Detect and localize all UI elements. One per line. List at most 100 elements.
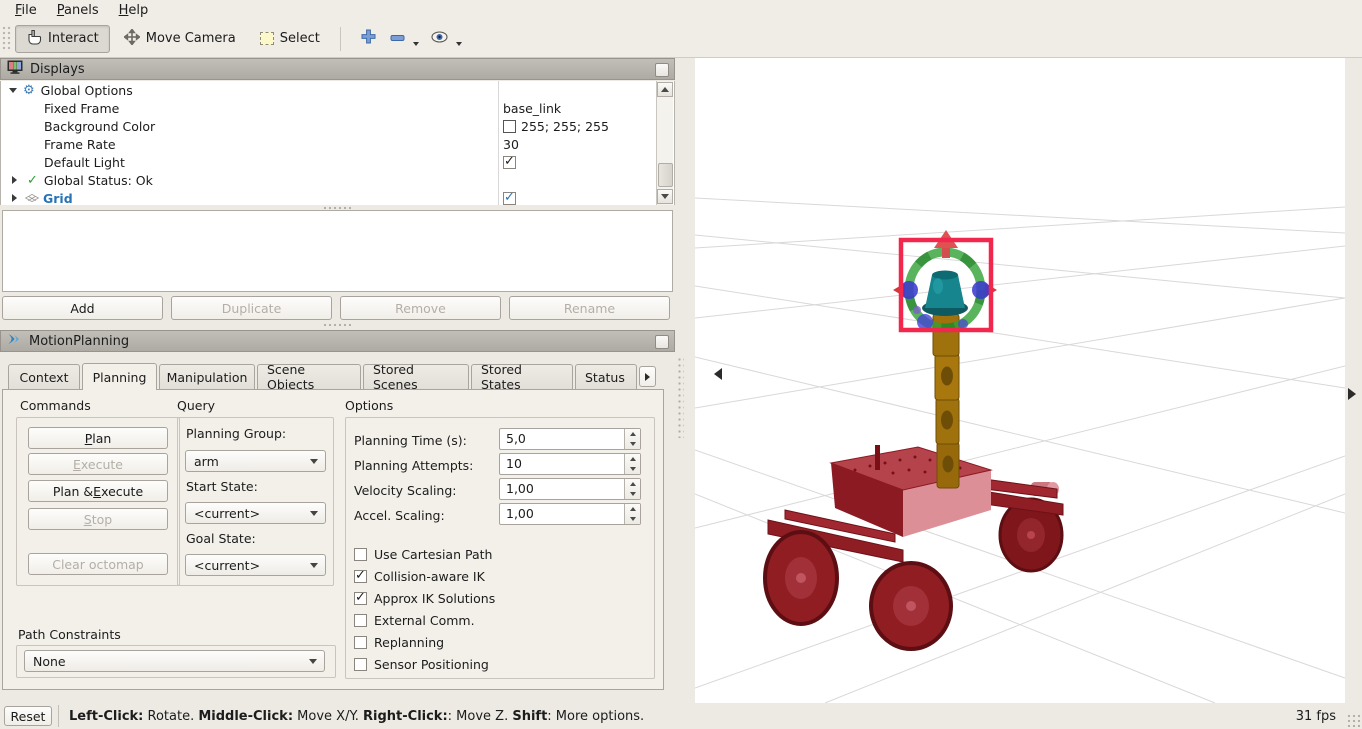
motionplanning-panel-header[interactable]: MotionPlanning	[0, 330, 675, 352]
external-comm-checkbox[interactable]	[354, 614, 367, 627]
color-swatch[interactable]	[503, 119, 516, 133]
external-comm-row[interactable]: External Comm.	[354, 613, 475, 628]
menu-file[interactable]: File	[6, 2, 46, 19]
collision-aware-ik-row[interactable]: Collision-aware IK	[354, 568, 485, 584]
spin-arrows[interactable]	[624, 429, 640, 449]
marker-handle-blue[interactable]	[917, 314, 933, 330]
tab-stored-scenes[interactable]: Stored Scenes	[363, 362, 469, 392]
toolbar-grip[interactable]	[2, 25, 11, 52]
fixed-frame-value[interactable]: base_link	[503, 101, 561, 116]
tree-row-background-color[interactable]: Background Color 255; 255; 255	[1, 117, 674, 135]
interact-tool-button[interactable]: Interact	[15, 24, 110, 53]
goal-state-combo[interactable]: <current>	[185, 554, 326, 576]
goal-state-label: Goal State:	[186, 531, 256, 546]
dock-splitter-grip[interactable]	[678, 358, 684, 438]
tree-row-global-options[interactable]: ⚙ Global Options	[1, 81, 674, 99]
spin-up-icon[interactable]	[625, 429, 640, 439]
velocity-scaling-value[interactable]: 1,00	[500, 479, 624, 499]
panel-splitter-handle[interactable]	[323, 323, 351, 328]
tab-scene-objects[interactable]: Scene Objects	[257, 362, 361, 392]
tab-planning[interactable]: Planning	[82, 363, 157, 390]
scrollbar-up-button[interactable]	[657, 82, 673, 97]
menu-panels[interactable]: Panels	[48, 2, 108, 19]
background-color-value[interactable]: 255; 255; 255	[521, 119, 609, 134]
velocity-scaling-spinbox[interactable]: 1,00	[499, 478, 641, 500]
tree-row-grid[interactable]: Grid	[1, 189, 674, 205]
scrollbar-down-button[interactable]	[657, 189, 673, 204]
dock-splitter-strip[interactable]	[675, 58, 695, 703]
marker-handle-blue[interactable]	[958, 319, 968, 329]
replanning-checkbox[interactable]	[354, 636, 367, 649]
motionplanning-float-button[interactable]	[655, 335, 669, 349]
collision-aware-ik-checkbox[interactable]	[354, 568, 367, 583]
scroll-right-arrow-icon	[644, 372, 654, 381]
spin-up-icon[interactable]	[625, 479, 640, 489]
visibility-dropdown-caret[interactable]	[455, 41, 462, 49]
frame-rate-value[interactable]: 30	[503, 137, 519, 152]
reset-button[interactable]: Reset	[4, 706, 52, 726]
select-tool-button[interactable]: Select	[250, 25, 330, 53]
approx-ik-solutions-checkbox[interactable]	[354, 590, 367, 605]
use-cartesian-path-row[interactable]: Use Cartesian Path	[354, 547, 492, 562]
add-display-button[interactable]: Add	[2, 296, 163, 320]
plan-and-execute-button[interactable]: Plan & Execute	[28, 480, 168, 502]
grid-checkbox[interactable]	[503, 190, 516, 205]
planning-attempts-spinbox[interactable]: 10	[499, 453, 641, 475]
zoom-out-tool-button[interactable]	[386, 25, 423, 53]
spin-arrows[interactable]	[624, 479, 640, 499]
zoom-out-dropdown-caret[interactable]	[412, 41, 419, 49]
accel-scaling-value[interactable]: 1,00	[500, 504, 624, 524]
tab-context[interactable]: Context	[8, 364, 80, 389]
move-camera-tool-button[interactable]: Move Camera	[114, 25, 246, 53]
spin-up-icon[interactable]	[625, 504, 640, 514]
displays-panel-header[interactable]: Displays	[0, 58, 675, 80]
sensor-positioning-row[interactable]: Sensor Positioning	[354, 657, 489, 672]
planning-time-value[interactable]: 5,0	[500, 429, 624, 449]
tree-row-fixed-frame[interactable]: Fixed Frame base_link	[1, 99, 674, 117]
tab-manipulation[interactable]: Manipulation	[159, 364, 255, 389]
tab-stored-states[interactable]: Stored States	[471, 362, 573, 392]
tree-row-frame-rate[interactable]: Frame Rate 30	[1, 135, 674, 153]
tab-scroll-right-button[interactable]	[639, 366, 656, 387]
spin-arrows[interactable]	[624, 454, 640, 474]
expander-down-icon[interactable]	[9, 87, 17, 97]
visibility-tool-button[interactable]	[427, 25, 466, 53]
replanning-row[interactable]: Replanning	[354, 635, 444, 650]
marker-handle-blue[interactable]	[972, 281, 990, 299]
tab-status[interactable]: Status	[575, 364, 637, 389]
displays-property-tree[interactable]: ⚙ Global Options Fixed Frame base_link B…	[0, 81, 675, 205]
path-constraints-combo[interactable]: None	[24, 650, 325, 672]
tree-row-default-light[interactable]: Default Light	[1, 153, 674, 171]
approx-ik-solutions-row[interactable]: Approx IK Solutions	[354, 590, 495, 606]
plan-button[interactable]: Plan	[28, 427, 168, 449]
expander-right-icon[interactable]	[12, 194, 21, 202]
sensor-positioning-checkbox[interactable]	[354, 658, 367, 671]
right-dock-strip[interactable]	[1345, 58, 1362, 703]
planning-time-spinbox[interactable]: 5,0	[499, 428, 641, 450]
displays-float-button[interactable]	[655, 63, 669, 77]
3d-viewport[interactable]	[695, 58, 1345, 703]
collapse-right-dock-arrow[interactable]	[1348, 388, 1362, 400]
collapse-left-dock-arrow[interactable]	[708, 368, 722, 380]
planning-attempts-value[interactable]: 10	[500, 454, 624, 474]
accel-scaling-spinbox[interactable]: 1,00	[499, 503, 641, 525]
goal-state-value: <current>	[194, 557, 261, 573]
start-state-combo[interactable]: <current>	[185, 502, 326, 524]
window-resize-grip[interactable]	[1347, 714, 1360, 727]
menu-help[interactable]: Help	[110, 2, 158, 19]
spin-down-icon[interactable]	[625, 514, 640, 524]
scrollbar-thumb[interactable]	[658, 163, 673, 187]
spin-down-icon[interactable]	[625, 464, 640, 474]
use-cartesian-path-checkbox[interactable]	[354, 548, 367, 561]
spin-down-icon[interactable]	[625, 439, 640, 449]
planning-group-combo[interactable]: arm	[185, 450, 326, 472]
tree-row-global-status[interactable]: ✓ Global Status: Ok	[1, 171, 674, 189]
displays-selection-area[interactable]	[2, 210, 673, 292]
expander-right-icon[interactable]	[12, 176, 21, 184]
zoom-in-tool-button[interactable]	[355, 25, 382, 53]
spin-up-icon[interactable]	[625, 454, 640, 464]
default-light-checkbox[interactable]	[503, 154, 516, 169]
displays-scrollbar[interactable]	[656, 81, 673, 205]
spin-down-icon[interactable]	[625, 489, 640, 499]
spin-arrows[interactable]	[624, 504, 640, 524]
